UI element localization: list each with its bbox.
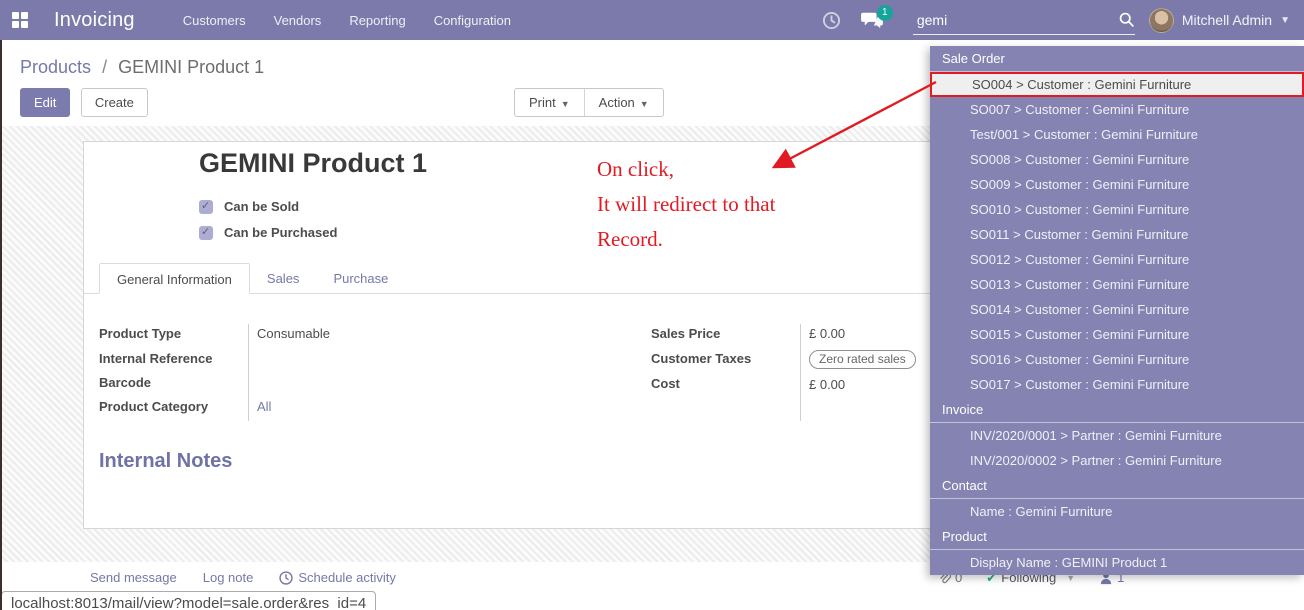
search-result-item[interactable]: SO004 > Customer : Gemini Furniture (930, 72, 1304, 97)
search-result-item[interactable]: SO008 > Customer : Gemini Furniture (930, 147, 1304, 172)
apps-grid-icon (12, 12, 28, 28)
search-result-item[interactable]: SO007 > Customer : Gemini Furniture (930, 97, 1304, 122)
breadcrumb: Products / GEMINI Product 1 (20, 57, 264, 78)
apps-menu-icon[interactable] (0, 0, 40, 40)
clock-icon (822, 11, 841, 30)
search-result-item[interactable]: SO017 > Customer : Gemini Furniture (930, 372, 1304, 397)
search-result-item[interactable]: INV/2020/0001 > Partner : Gemini Furnitu… (930, 423, 1304, 448)
search-result-item[interactable]: SO012 > Customer : Gemini Furniture (930, 247, 1304, 272)
search-result-item[interactable]: Test/001 > Customer : Gemini Furniture (930, 122, 1304, 147)
activities-button[interactable] (815, 0, 849, 40)
nav-menu-vendors[interactable]: Vendors (264, 8, 332, 33)
edit-button[interactable]: Edit (20, 88, 70, 117)
annotation-line: On click, (597, 152, 775, 187)
search-result-item[interactable]: SO010 > Customer : Gemini Furniture (930, 197, 1304, 222)
search-result-item[interactable]: SO011 > Customer : Gemini Furniture (930, 222, 1304, 247)
search-result-item[interactable]: Name : Gemini Furniture (930, 499, 1304, 524)
field-value-barcode (257, 373, 639, 392)
tab-purchase[interactable]: Purchase (316, 263, 405, 293)
field-value-product-category[interactable]: All (257, 397, 639, 416)
clock-icon (279, 571, 293, 585)
message-count-badge: 1 (877, 5, 893, 21)
status-bar-url: localhost:8013/mail/view?model=sale.orde… (1, 591, 376, 610)
search-result-item[interactable]: SO015 > Customer : Gemini Furniture (930, 322, 1304, 347)
annotation-line: It will redirect to that (597, 187, 775, 222)
field-label-cost: Cost (651, 374, 792, 393)
send-message-link[interactable]: Send message (90, 570, 177, 585)
checkbox-checked-icon[interactable] (199, 226, 213, 240)
field-value-product-type: Consumable (257, 324, 639, 343)
search-result-item[interactable]: SO014 > Customer : Gemini Furniture (930, 297, 1304, 322)
action-dropdown-button[interactable]: Action▼ (584, 89, 663, 116)
log-note-link[interactable]: Log note (203, 570, 254, 585)
chevron-down-icon: ▼ (561, 99, 570, 109)
navbar-search-input[interactable]: gemi (913, 5, 1135, 35)
checkbox-checked-icon[interactable] (199, 200, 213, 214)
field-label-customer-taxes: Customer Taxes (651, 349, 792, 368)
chevron-down-icon: ▼ (640, 99, 649, 109)
product-title: GEMINI Product 1 (199, 148, 427, 179)
nav-menu-configuration[interactable]: Configuration (424, 8, 521, 33)
user-menu[interactable]: Mitchell Admin ▼ (1149, 8, 1290, 33)
tax-pill[interactable]: Zero rated sales (809, 350, 916, 369)
app-title[interactable]: Invoicing (54, 9, 135, 32)
annotation-line: Record. (597, 222, 775, 257)
internal-notes-heading: Internal Notes (99, 450, 232, 473)
field-group-left: Product Type Internal Reference Barcode … (99, 324, 639, 421)
field-value-internal-reference (257, 349, 639, 368)
field-label-product-category: Product Category (99, 397, 240, 416)
search-icon[interactable] (1118, 11, 1135, 28)
search-result-item[interactable]: SO016 > Customer : Gemini Furniture (930, 347, 1304, 372)
search-results-dropdown: Sale OrderSO004 > Customer : Gemini Furn… (930, 46, 1304, 575)
nav-menu-reporting[interactable]: Reporting (339, 8, 415, 33)
dropdown-section-product: Product (930, 524, 1304, 550)
checkbox-label: Can be Sold (224, 199, 299, 214)
print-dropdown-button[interactable]: Print▼ (515, 89, 584, 116)
search-result-item[interactable]: Display Name : GEMINI Product 1 (930, 550, 1304, 575)
annotation-text: On click, It will redirect to that Recor… (597, 152, 775, 257)
search-result-item[interactable]: SO013 > Customer : Gemini Furniture (930, 272, 1304, 297)
dropdown-section-contact: Contact (930, 473, 1304, 499)
dropdown-section-sale-order: Sale Order (930, 46, 1304, 72)
user-avatar (1149, 8, 1174, 33)
breadcrumb-current: GEMINI Product 1 (118, 57, 264, 77)
create-button[interactable]: Create (81, 88, 148, 117)
window-left-edge (0, 40, 2, 610)
dropdown-section-invoice: Invoice (930, 397, 1304, 423)
search-result-item[interactable]: INV/2020/0002 > Partner : Gemini Furnitu… (930, 448, 1304, 473)
print-action-group: Print▼ Action▼ (514, 88, 664, 117)
tab-general-information[interactable]: General Information (99, 263, 250, 294)
breadcrumb-products-link[interactable]: Products (20, 57, 91, 77)
can-be-purchased-checkbox-row[interactable]: Can be Purchased (199, 225, 337, 240)
messages-button[interactable]: 1 (855, 0, 889, 40)
main-menu: Customers Vendors Reporting Configuration (173, 8, 521, 33)
schedule-activity-link[interactable]: Schedule activity (279, 570, 396, 585)
tab-sales[interactable]: Sales (250, 263, 317, 293)
field-label-product-type: Product Type (99, 324, 240, 343)
app-window: Invoicing Customers Vendors Reporting Confi… (0, 0, 1304, 610)
field-label-internal-reference: Internal Reference (99, 349, 240, 368)
field-label-barcode: Barcode (99, 373, 240, 392)
search-result-item[interactable]: SO009 > Customer : Gemini Furniture (930, 172, 1304, 197)
user-name: Mitchell Admin (1182, 12, 1272, 28)
search-query-text: gemi (913, 12, 1118, 28)
breadcrumb-separator: / (102, 57, 107, 77)
checkbox-label: Can be Purchased (224, 225, 337, 240)
top-navbar: Invoicing Customers Vendors Reporting Confi… (0, 0, 1304, 40)
chatter-links: Send message Log note Schedule activity (90, 570, 396, 585)
chevron-down-icon: ▼ (1280, 15, 1290, 26)
nav-menu-customers[interactable]: Customers (173, 8, 256, 33)
can-be-sold-checkbox-row[interactable]: Can be Sold (199, 199, 299, 214)
field-label-sales-price: Sales Price (651, 324, 792, 343)
